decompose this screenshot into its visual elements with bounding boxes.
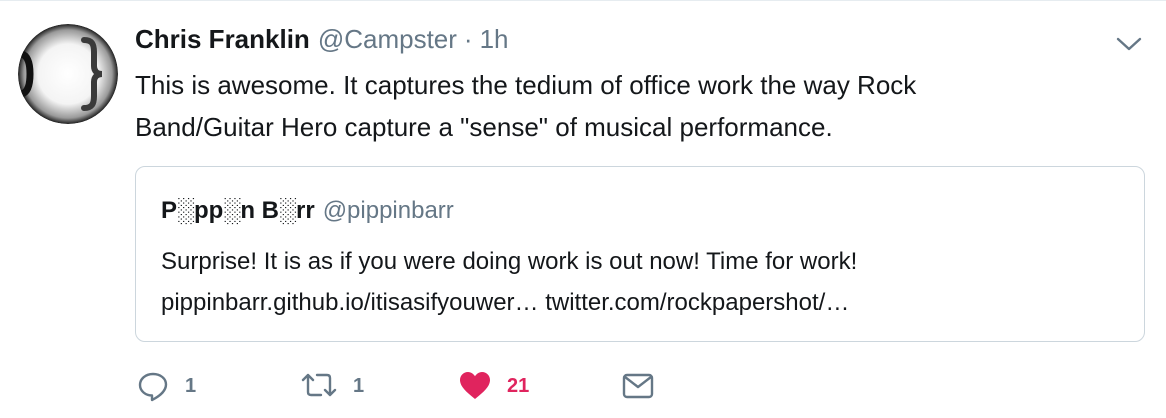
heart-icon [460,372,490,399]
reply-icon [138,372,168,402]
envelope-icon [622,373,654,399]
tweet-card: Chris Franklin @Campster · 1h This is aw… [0,0,1166,418]
quoted-author-handle: @pippinbarr [322,197,454,224]
header-separator: · [463,24,473,54]
reply-button[interactable]: 1 [135,368,196,404]
avatar[interactable] [18,24,118,124]
tweet-actions: 1 1 21 [135,368,735,404]
quoted-author-name: P░pp░n B░rr [161,197,315,224]
direct-message-button[interactable] [621,368,655,404]
like-button[interactable]: 21 [457,368,529,404]
quoted-text-line: Surprise! It is as if you were doing wor… [161,248,858,275]
quoted-tweet-text: Surprise! It is as if you were doing wor… [161,241,1121,323]
curly-brace-avatar-icon [18,24,118,124]
reply-count: 1 [185,374,197,397]
tweet-text: This is awesome. It captures the tedium … [135,64,1035,148]
tweet-menu-button[interactable] [1116,34,1142,54]
tweet-text-line: Band/Guitar Hero capture a "sense" of mu… [135,112,833,142]
tweet-text-line: This is awesome. It captures the tedium … [135,70,917,100]
like-count: 21 [507,374,530,397]
retweet-icon [301,373,337,397]
top-divider [0,0,1166,1]
chevron-down-icon [1116,37,1142,51]
author-handle[interactable]: @Campster [318,24,457,55]
quoted-links-line[interactable]: pippinbarr.github.io/itisasifyouwer… twi… [161,282,1121,323]
quoted-tweet[interactable]: P░pp░n B░rr @pippinbarr Surprise! It is … [135,166,1145,342]
author-name[interactable]: Chris Franklin [135,24,310,55]
tweet-header: Chris Franklin @Campster · 1h [135,24,509,58]
retweet-count: 1 [353,374,365,397]
retweet-button[interactable]: 1 [299,368,364,404]
quoted-tweet-header: P░pp░n B░rr @pippinbarr [161,197,454,225]
tweet-timestamp[interactable]: 1h [480,24,509,55]
